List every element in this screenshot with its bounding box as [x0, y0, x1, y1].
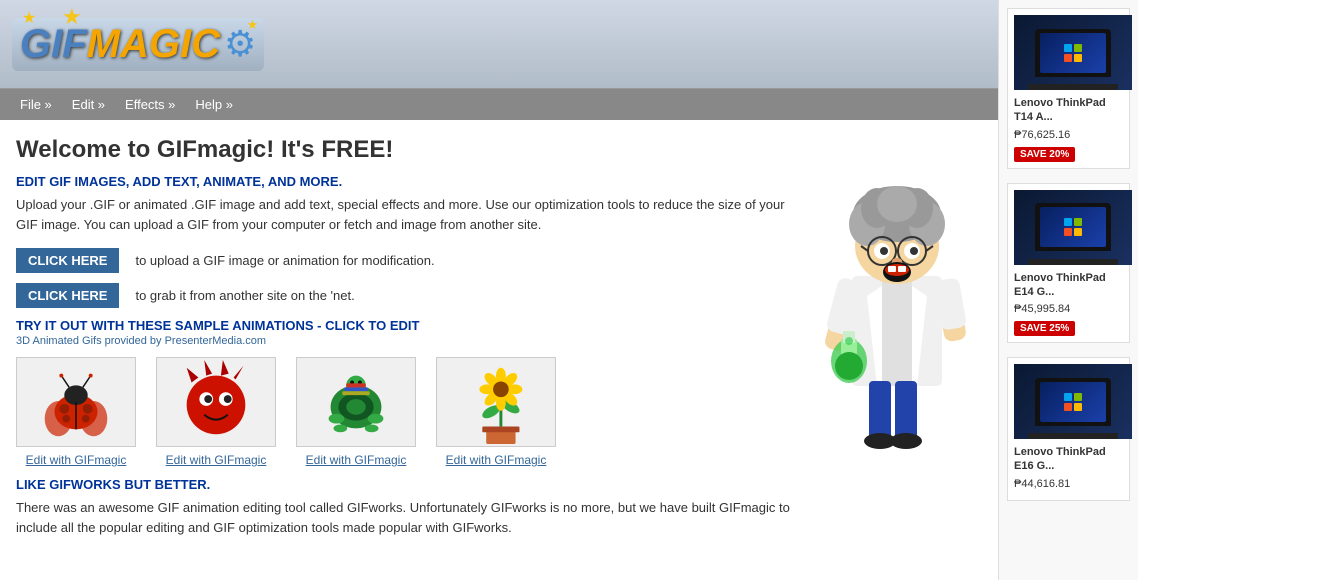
- sample-link-monster[interactable]: Edit with GIFmagic: [166, 453, 267, 467]
- header: ★ ★ GIF MAGIC ⚙ ★: [0, 0, 998, 88]
- samples-credit: 3D Animated Gifs provided by PresenterMe…: [16, 335, 802, 347]
- like-desc: There was an awesome GIF animation editi…: [16, 498, 802, 537]
- sample-turtle: Edit with GIFmagic: [296, 357, 416, 467]
- product-name-1: Lenovo ThinkPad T14 A...: [1014, 96, 1123, 125]
- product-price-1: ₱76,625.16: [1014, 129, 1123, 141]
- win-sq: [1074, 393, 1082, 401]
- grab-button[interactable]: CLICK HERE: [16, 283, 119, 308]
- mascot-area: [812, 136, 982, 537]
- win-sq: [1074, 44, 1082, 52]
- sample-monster: Edit with GIFmagic: [156, 357, 276, 467]
- sidebar: Lenovo ThinkPad T14 A... ₱76,625.16 SAVE…: [998, 0, 1138, 580]
- nav-help[interactable]: Help »: [185, 91, 243, 118]
- save-badge-2: SAVE 25%: [1014, 321, 1075, 336]
- upload-desc: to upload a GIF image or animation for m…: [135, 253, 434, 268]
- grab-row: CLICK HERE to grab it from another site …: [16, 283, 802, 308]
- product-price-2: ₱45,995.84: [1014, 303, 1123, 315]
- welcome-title: Welcome to GIFmagic! It's FREE!: [16, 136, 802, 164]
- product-price-3: ₱44,616.81: [1014, 478, 1123, 490]
- win-sq: [1064, 44, 1072, 52]
- win-sq: [1074, 218, 1082, 226]
- win-sq: [1064, 54, 1072, 62]
- star-icon-3: ★: [247, 17, 259, 33]
- save-badge-1: SAVE 20%: [1014, 147, 1075, 162]
- win-sq: [1074, 228, 1082, 236]
- sample-sunflower: Edit with GIFmagic: [436, 357, 556, 467]
- nav-file[interactable]: File »: [10, 91, 62, 118]
- sample-thumb-monster[interactable]: [156, 357, 276, 447]
- grab-desc: to grab it from another site on the 'net…: [135, 288, 354, 303]
- like-title: LIKE GIFWORKS BUT BETTER.: [16, 477, 802, 492]
- subtitle: EDIT GIF IMAGES, ADD TEXT, ANIMATE, AND …: [16, 174, 802, 189]
- star-icon-1: ★: [22, 8, 36, 28]
- main-area: ★ ★ GIF MAGIC ⚙ ★ File » Edit » Effects …: [0, 0, 998, 580]
- win-sq: [1074, 54, 1082, 62]
- navbar: File » Edit » Effects » Help »: [0, 88, 998, 120]
- star-icon-2: ★: [62, 4, 82, 30]
- product-name-3: Lenovo ThinkPad E16 G...: [1014, 445, 1123, 474]
- product-card-3[interactable]: Lenovo ThinkPad E16 G... ₱44,616.81: [1007, 357, 1130, 501]
- product-img-1: [1014, 15, 1132, 90]
- win-sq: [1064, 218, 1072, 226]
- nav-effects[interactable]: Effects »: [115, 91, 185, 118]
- logo-magic-text: MAGIC: [87, 22, 220, 67]
- logo: ★ ★ GIF MAGIC ⚙ ★: [12, 18, 264, 71]
- sample-link-sunflower[interactable]: Edit with GIFmagic: [446, 453, 547, 467]
- product-img-3: [1014, 364, 1132, 439]
- sample-link-turtle[interactable]: Edit with GIFmagic: [306, 453, 407, 467]
- content: Welcome to GIFmagic! It's FREE! EDIT GIF…: [0, 120, 998, 553]
- nav-edit[interactable]: Edit »: [62, 91, 115, 118]
- upload-row: CLICK HERE to upload a GIF image or anim…: [16, 248, 802, 273]
- mascot-image: [817, 146, 977, 456]
- product-img-2: [1014, 190, 1132, 265]
- samples-row: Edit with GIFmagic: [16, 357, 802, 467]
- left-content: Welcome to GIFmagic! It's FREE! EDIT GIF…: [16, 136, 802, 537]
- product-card-1[interactable]: Lenovo ThinkPad T14 A... ₱76,625.16 SAVE…: [1007, 8, 1130, 169]
- sample-link-ladybug[interactable]: Edit with GIFmagic: [26, 453, 127, 467]
- win-sq: [1064, 403, 1072, 411]
- win-sq: [1074, 403, 1082, 411]
- sample-thumb-turtle[interactable]: [296, 357, 416, 447]
- sample-thumb-ladybug[interactable]: [16, 357, 136, 447]
- win-sq: [1064, 228, 1072, 236]
- product-name-2: Lenovo ThinkPad E14 G...: [1014, 271, 1123, 300]
- product-card-2[interactable]: Lenovo ThinkPad E14 G... ₱45,995.84 SAVE…: [1007, 183, 1130, 344]
- sample-thumb-sunflower[interactable]: [436, 357, 556, 447]
- description: Upload your .GIF or animated .GIF image …: [16, 195, 802, 234]
- win-sq: [1064, 393, 1072, 401]
- sample-ladybug: Edit with GIFmagic: [16, 357, 136, 467]
- samples-title: TRY IT OUT WITH THESE SAMPLE ANIMATIONS …: [16, 318, 802, 333]
- upload-button[interactable]: CLICK HERE: [16, 248, 119, 273]
